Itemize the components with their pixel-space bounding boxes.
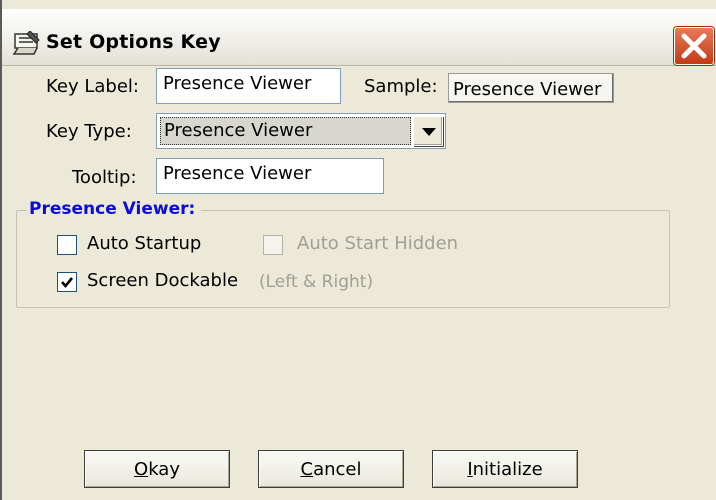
sample-label: Sample:	[364, 76, 438, 97]
close-icon	[681, 33, 707, 59]
close-button[interactable]	[674, 27, 714, 65]
title-bar[interactable]: Set Options Key	[2, 9, 716, 66]
tooltip-input[interactable]: Presence Viewer	[156, 158, 384, 194]
auto-start-hidden-checkbox[interactable]	[263, 235, 283, 255]
cancel-label: ancel	[313, 459, 362, 480]
initialize-label: nitialize	[472, 459, 543, 480]
screen-dockable-checkbox[interactable]	[57, 272, 77, 292]
key-type-label: Key Type:	[46, 121, 132, 142]
okay-button[interactable]: Okay	[84, 450, 230, 488]
checkmark-icon	[61, 277, 74, 289]
auto-startup-label[interactable]: Auto Startup	[87, 233, 201, 254]
key-type-select[interactable]: Presence Viewer	[156, 113, 446, 149]
set-options-key-dialog: Set Options Key Key Label: Presence View…	[0, 0, 716, 500]
tooltip-label: Tooltip:	[72, 167, 137, 188]
key-label-input[interactable]: Presence Viewer	[156, 68, 341, 104]
auto-start-hidden-label[interactable]: Auto Start Hidden	[297, 233, 458, 254]
sample-preview: Presence Viewer	[448, 73, 614, 103]
cancel-button[interactable]: Cancel	[258, 450, 404, 488]
key-label-label: Key Label:	[46, 76, 139, 97]
dialog-title: Set Options Key	[46, 31, 221, 53]
presence-viewer-group: Presence Viewer: Auto Startup Auto Start…	[16, 199, 670, 308]
dropdown-arrow-icon[interactable]	[413, 116, 443, 146]
initialize-button[interactable]: Initialize	[432, 450, 578, 488]
screen-dockable-label[interactable]: Screen Dockable	[87, 270, 238, 291]
okay-label: kay	[148, 459, 180, 480]
group-title: Presence Viewer:	[27, 199, 202, 219]
key-type-selected-value: Presence Viewer	[160, 117, 411, 145]
okay-mnemonic: O	[134, 459, 149, 480]
dialog-body: Key Label: Presence Viewer Sample: Prese…	[2, 66, 716, 500]
cancel-mnemonic: C	[300, 459, 314, 480]
screen-dockable-hint: (Left & Right)	[259, 272, 374, 292]
key-icon	[12, 30, 42, 55]
auto-startup-checkbox[interactable]	[57, 235, 77, 255]
